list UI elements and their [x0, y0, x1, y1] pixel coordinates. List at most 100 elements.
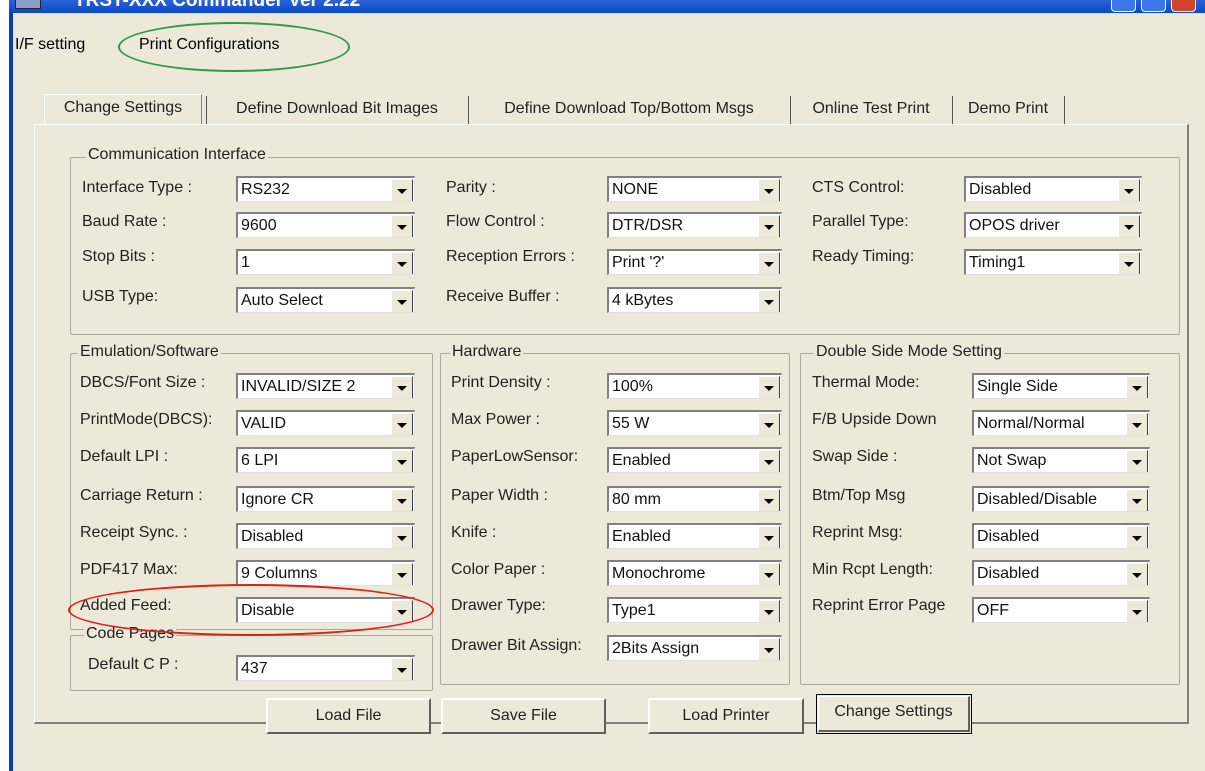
parity-select[interactable]: NONE: [607, 176, 782, 202]
chevron-down-icon: [1126, 489, 1148, 511]
label-dbcs-font-size: DBCS/Font Size :: [80, 374, 206, 391]
menu-highlight-ellipse: [118, 22, 350, 72]
label-baud-rate: Baud Rate :: [82, 213, 167, 230]
label-parity: Parity :: [446, 179, 496, 196]
interface-type-select[interactable]: RS232: [236, 176, 415, 202]
btm-top-msg-select[interactable]: Disabled/Disable: [972, 486, 1150, 512]
chevron-down-icon: [391, 252, 413, 274]
drawer-type-select[interactable]: Type1: [607, 597, 782, 623]
label-reprint-error-page: Reprint Error Page: [812, 597, 946, 614]
paper-width-select[interactable]: 80 mm: [607, 486, 782, 512]
chevron-down-icon: [391, 489, 413, 511]
stop-bits-select[interactable]: 1: [236, 249, 415, 275]
label-carriage-return: Carriage Return :: [80, 487, 203, 504]
added-feed-highlight-ellipse: [68, 584, 434, 636]
label-btm-top-msg: Btm/Top Msg: [812, 487, 906, 504]
ready-timing-select[interactable]: Timing1: [964, 249, 1142, 275]
usb-type-select[interactable]: Auto Select: [236, 287, 415, 313]
chevron-down-icon: [1126, 376, 1148, 398]
label-min-rcpt-length: Min Rcpt Length:: [812, 561, 933, 578]
drawer-bit-assign-select[interactable]: 2Bits Assign: [607, 635, 782, 661]
maximize-button[interactable]: [1141, 0, 1166, 12]
label-reprint-msg: Reprint Msg:: [812, 524, 903, 541]
thermal-mode-select[interactable]: Single Side: [972, 373, 1150, 399]
change-settings-button[interactable]: Change Settings: [816, 694, 972, 734]
label-paper-width: Paper Width :: [451, 487, 548, 504]
printmode-dbcs-select[interactable]: VALID: [236, 410, 415, 436]
chevron-down-icon: [758, 179, 780, 201]
group-title: Emulation/Software: [78, 343, 221, 361]
label-knife: Knife :: [451, 524, 497, 541]
save-file-button[interactable]: Save File: [441, 698, 606, 734]
carriage-return-select[interactable]: Ignore CR: [236, 486, 415, 512]
label-stop-bits: Stop Bits :: [82, 248, 155, 265]
chevron-down-icon: [758, 290, 780, 312]
label-default-lpi: Default LPI :: [80, 448, 169, 465]
parallel-type-select[interactable]: OPOS driver: [964, 212, 1142, 238]
flow-control-select[interactable]: DTR/DSR: [607, 212, 782, 238]
close-button[interactable]: [1171, 0, 1196, 12]
cts-control-select[interactable]: Disabled: [964, 176, 1142, 202]
min-rcpt-length-select[interactable]: Disabled: [972, 560, 1150, 586]
label-drawer-type: Drawer Type:: [451, 597, 546, 614]
baud-rate-select[interactable]: 9600: [236, 212, 415, 238]
label-fb-upside-down: F/B Upside Down: [812, 411, 937, 428]
chevron-down-icon: [758, 526, 780, 548]
paper-low-sensor-select[interactable]: Enabled: [607, 447, 782, 473]
reception-errors-select[interactable]: Print '?': [607, 249, 782, 275]
label-cts-control: CTS Control:: [812, 179, 905, 196]
load-printer-button[interactable]: Load Printer: [648, 698, 804, 734]
chevron-down-icon: [391, 290, 413, 312]
fb-upside-down-select[interactable]: Normal/Normal: [972, 410, 1150, 436]
chevron-down-icon: [758, 563, 780, 585]
chevron-down-icon: [391, 450, 413, 472]
label-receipt-sync: Receipt Sync. :: [80, 524, 188, 541]
reprint-msg-select[interactable]: Disabled: [972, 523, 1150, 549]
label-color-paper: Color Paper :: [451, 561, 546, 578]
chevron-down-icon: [391, 376, 413, 398]
menu-if-setting[interactable]: I/F setting: [15, 36, 85, 54]
chevron-down-icon: [391, 526, 413, 548]
chevron-down-icon: [1118, 252, 1140, 274]
chevron-down-icon: [391, 215, 413, 237]
chevron-down-icon: [391, 179, 413, 201]
group-double-side-mode-setting: [800, 353, 1180, 685]
label-drawer-bit-assign: Drawer Bit Assign:: [451, 637, 582, 654]
chevron-down-icon: [758, 252, 780, 274]
chevron-down-icon: [758, 413, 780, 435]
label-max-power: Max Power :: [451, 411, 540, 428]
label-default-cp: Default C P :: [88, 656, 179, 673]
dbcs-font-size-select[interactable]: INVALID/SIZE 2: [236, 373, 415, 399]
label-ready-timing: Ready Timing:: [812, 248, 915, 265]
group-title: Double Side Mode Setting: [814, 343, 1004, 361]
chevron-down-icon: [1126, 526, 1148, 548]
print-density-select[interactable]: 100%: [607, 373, 782, 399]
window-left-border: [9, 13, 13, 771]
minimize-button[interactable]: [1111, 0, 1136, 12]
load-file-button[interactable]: Load File: [266, 698, 431, 734]
receipt-sync-select[interactable]: Disabled: [236, 523, 415, 549]
color-paper-select[interactable]: Monochrome: [607, 560, 782, 586]
label-thermal-mode: Thermal Mode:: [812, 374, 920, 391]
reprint-error-page-select[interactable]: OFF: [972, 597, 1150, 623]
pdf417-max-select[interactable]: 9 Columns: [236, 560, 415, 586]
swap-side-select[interactable]: Not Swap: [972, 447, 1150, 473]
label-receive-buffer: Receive Buffer :: [446, 288, 560, 305]
tab-separator: [468, 96, 469, 124]
tab-change-settings[interactable]: Change Settings: [44, 94, 202, 128]
receive-buffer-select[interactable]: 4 kBytes: [607, 287, 782, 313]
default-lpi-select[interactable]: 6 LPI: [236, 447, 415, 473]
label-pdf417-max: PDF417 Max:: [80, 561, 178, 578]
label-swap-side: Swap Side :: [812, 448, 898, 465]
chevron-down-icon: [391, 658, 413, 680]
app-icon: [15, 0, 41, 9]
label-reception-errors: Reception Errors :: [446, 248, 575, 265]
knife-select[interactable]: Enabled: [607, 523, 782, 549]
chevron-down-icon: [1126, 563, 1148, 585]
chevron-down-icon: [1118, 179, 1140, 201]
max-power-select[interactable]: 55 W: [607, 410, 782, 436]
chevron-down-icon: [1126, 413, 1148, 435]
default-cp-select[interactable]: 437: [236, 655, 415, 681]
label-parallel-type: Parallel Type:: [812, 213, 909, 230]
label-usb-type: USB Type:: [82, 288, 159, 305]
